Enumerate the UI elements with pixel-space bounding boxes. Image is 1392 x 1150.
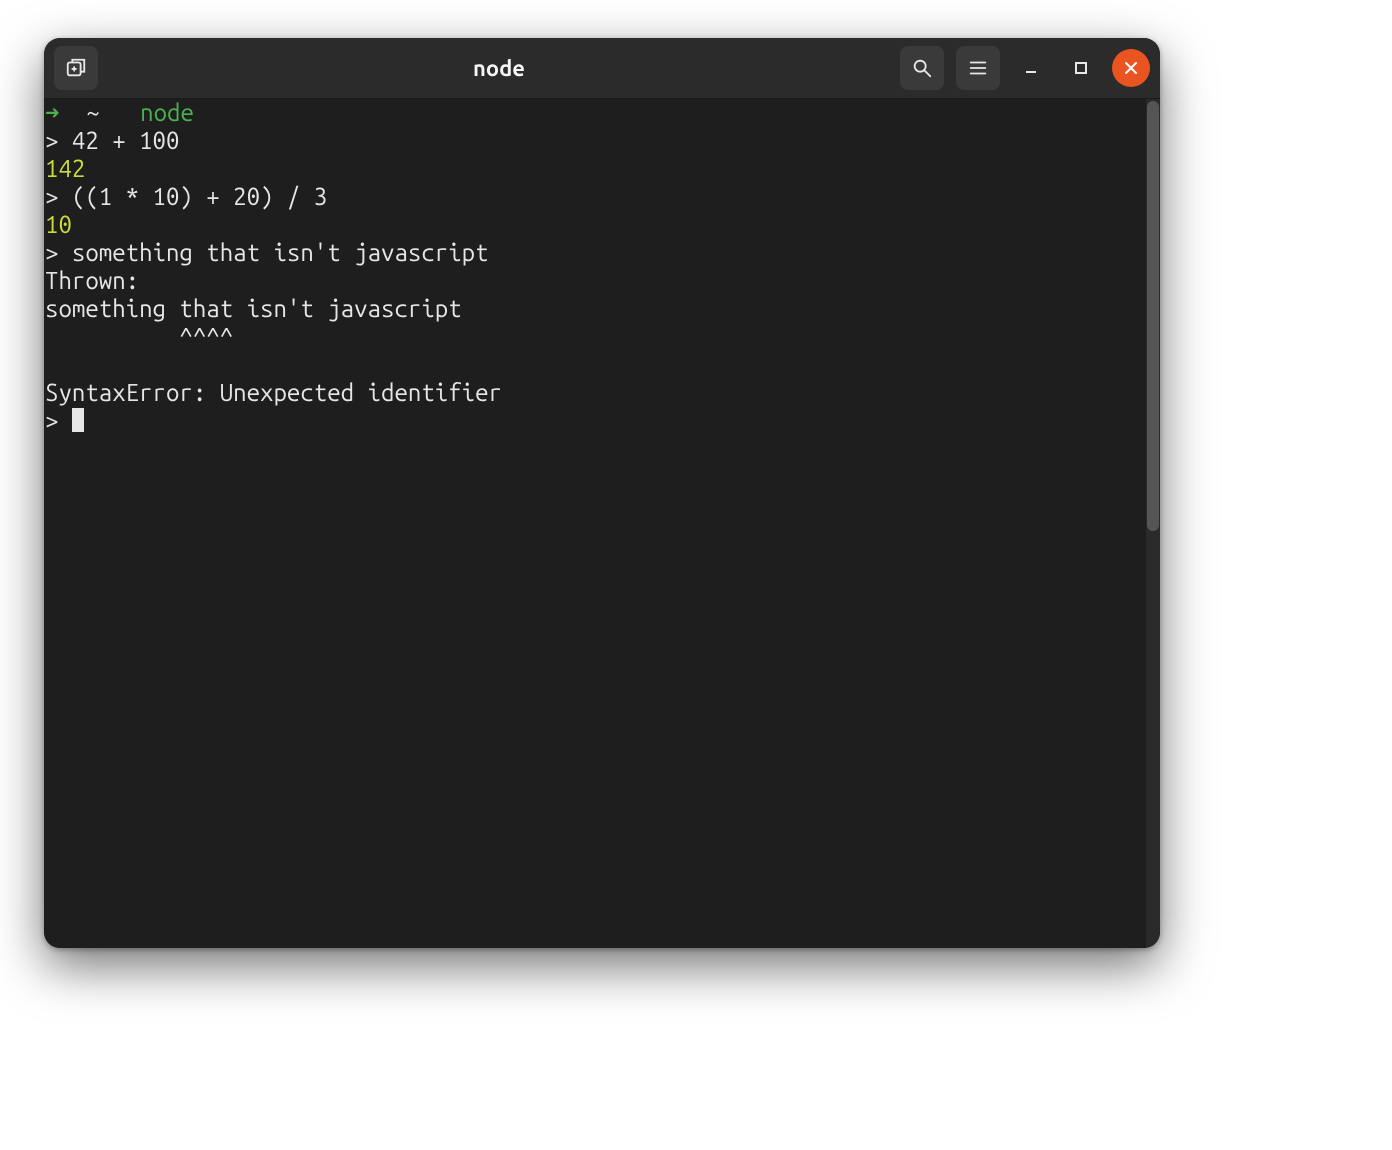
shell-command: node xyxy=(140,99,194,126)
new-tab-icon xyxy=(65,57,87,79)
close-icon xyxy=(1123,60,1139,76)
terminal-output[interactable]: ➜ ~ node > 42 + 100 142 > ((1 * 10) + 20… xyxy=(44,99,1160,948)
search-button[interactable] xyxy=(900,46,944,90)
close-button[interactable] xyxy=(1112,49,1150,87)
menu-button[interactable] xyxy=(956,46,1000,90)
repl-prompt: > xyxy=(45,239,72,266)
maximize-button[interactable] xyxy=(1062,49,1100,87)
minimize-button[interactable] xyxy=(1012,49,1050,87)
repl-input-2: something that isn't javascript xyxy=(72,239,489,266)
titlebar: node xyxy=(44,38,1160,99)
minimize-icon xyxy=(1023,60,1039,76)
repl-prompt: > xyxy=(45,183,72,210)
cursor-block xyxy=(72,408,84,432)
new-tab-button[interactable] xyxy=(54,46,98,90)
repl-result-0: 142 xyxy=(45,155,85,182)
repl-input-0: 42 + 100 xyxy=(72,127,180,154)
terminal-window: node xyxy=(44,38,1160,948)
repl-prompt: > xyxy=(45,127,72,154)
error-thrown-label: Thrown: xyxy=(45,267,139,294)
search-icon xyxy=(911,57,933,79)
repl-result-1: 10 xyxy=(45,211,72,238)
repl-input-1: ((1 * 10) + 20) / 3 xyxy=(72,183,327,210)
maximize-icon xyxy=(1073,60,1089,76)
scrollbar-track[interactable] xyxy=(1146,99,1160,948)
window-title: node xyxy=(108,56,890,81)
error-echo-line: something that isn't javascript xyxy=(45,295,462,322)
error-caret-line: ^^^^ xyxy=(45,323,233,350)
error-message: SyntaxError: Unexpected identifier xyxy=(45,379,502,406)
repl-prompt: > xyxy=(45,407,72,434)
terminal-viewport[interactable]: ➜ ~ node > 42 + 100 142 > ((1 * 10) + 20… xyxy=(44,99,1160,948)
scrollbar-thumb[interactable] xyxy=(1147,101,1159,531)
hamburger-icon xyxy=(967,57,989,79)
prompt-path: ~ xyxy=(86,99,99,126)
prompt-arrow: ➜ xyxy=(45,99,59,126)
